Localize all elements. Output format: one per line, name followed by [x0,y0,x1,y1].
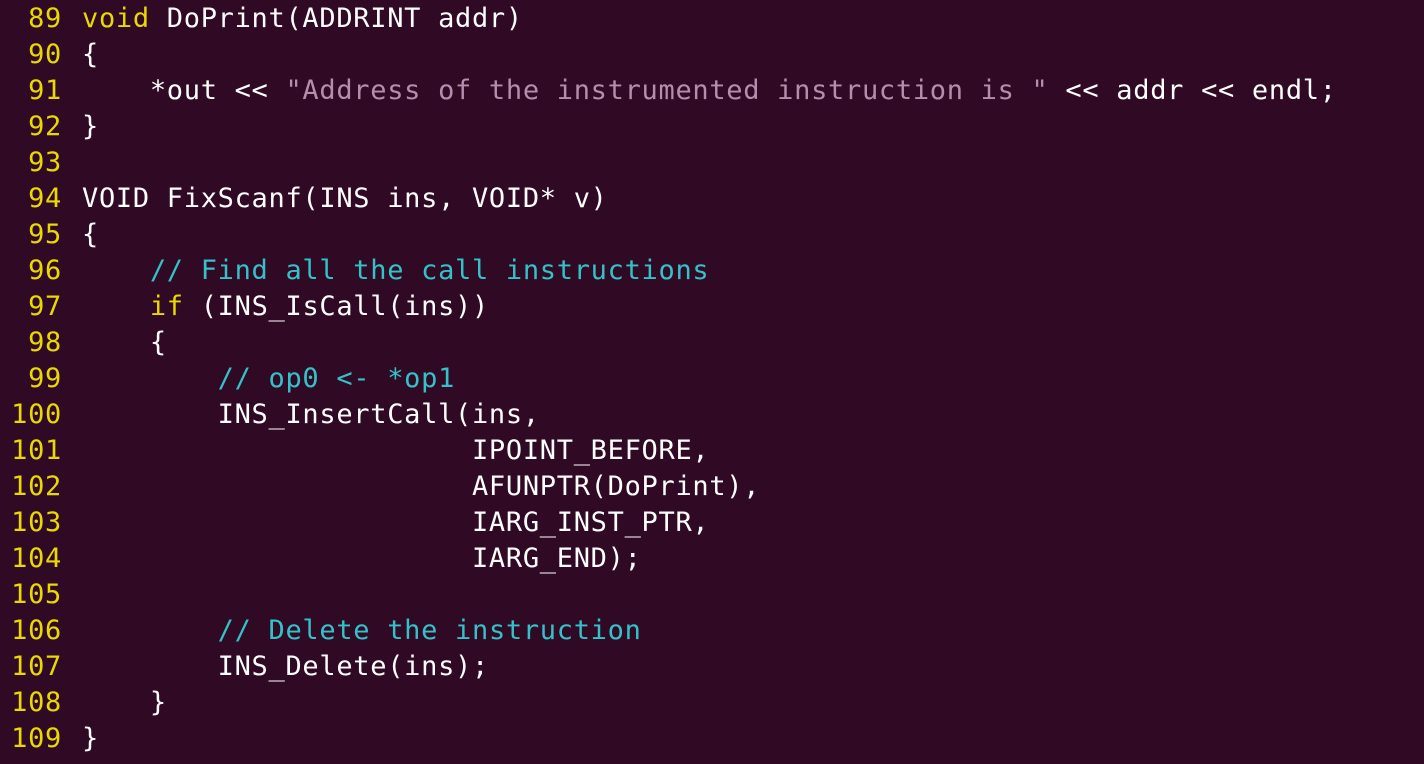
code-token: VOID FixScanf(INS ins, VOID* v) [82,183,608,214]
line-code: { [82,325,167,361]
code-token: { [82,327,167,358]
code-line[interactable]: 105 [0,577,1424,613]
code-line[interactable]: 99 // op0 <- *op1 [0,361,1424,397]
code-line[interactable]: 98 { [0,325,1424,361]
line-code: } [82,685,167,721]
line-number: 101 [11,435,62,466]
keyword-token: void [82,3,150,34]
line-code: // op0 <- *op1 [82,361,455,397]
code-line[interactable]: 90 { [0,37,1424,73]
code-token: INS_Delete(ins); [82,651,489,682]
code-line[interactable]: 108 } [0,685,1424,721]
code-line[interactable]: 96 // Find all the call instructions [0,253,1424,289]
code-editor[interactable]: 89 void DoPrint(ADDRINT addr) 90 {91 *out <… [0,0,1424,764]
line-code: void DoPrint(ADDRINT addr) [82,1,523,37]
line-code: } [82,721,99,757]
line-number: 97 [28,291,62,322]
code-token: IPOINT_BEFORE, [82,435,710,466]
code-token: } [82,723,99,754]
comment-token: // Find all the call instructions [149,255,710,286]
code-token: } [82,111,99,142]
code-line[interactable]: 104 IARG_END); [0,541,1424,577]
keyword-token: if [149,291,184,322]
code-line[interactable]: 89 void DoPrint(ADDRINT addr) [0,1,1424,37]
line-code: { [82,37,99,73]
code-token: { [82,219,99,250]
line-number: 91 [28,75,62,106]
code-line[interactable]: 106 // Delete the instruction [0,613,1424,649]
code-line[interactable]: 93 [0,145,1424,181]
line-code: INS_Delete(ins); [82,649,489,685]
line-number: 92 [28,111,62,142]
line-code: if (INS_IsCall(ins)) [82,289,489,325]
line-number: 107 [11,651,62,682]
line-number: 102 [11,471,62,502]
line-number: 100 [11,399,62,430]
code-token: IARG_END); [82,543,642,574]
line-number: 89 [28,3,62,34]
code-line[interactable]: 102 AFUNPTR(DoPrint), [0,469,1424,505]
code-token: } [82,687,167,718]
comment-token: // op0 <- *op1 [217,363,456,394]
code-line[interactable]: 101 IPOINT_BEFORE, [0,433,1424,469]
code-line[interactable]: 94 VOID FixScanf(INS ins, VOID* v) [0,181,1424,217]
line-number: 95 [28,219,62,250]
line-code: INS_InsertCall(ins, [82,397,540,433]
line-number: 96 [28,255,62,286]
line-number: 90 [28,39,62,70]
code-token: INS_InsertCall(ins, [82,399,540,430]
line-code: IPOINT_BEFORE, [82,433,709,469]
string-token: "Address of the instrumented instruction… [285,75,1049,106]
line-code: IARG_INST_PTR, [82,505,709,541]
line-code: VOID FixScanf(INS ins, VOID* v) [82,181,608,217]
line-number: 109 [11,723,62,754]
code-line[interactable]: 91 *out << "Address of the instrumented … [0,73,1424,109]
line-number: 106 [11,615,62,646]
line-number: 108 [11,687,62,718]
code-token: AFUNPTR(DoPrint), [82,471,761,502]
line-number: 94 [28,183,62,214]
line-code: { [82,217,99,253]
line-number: 93 [28,147,62,178]
code-token: { [82,39,99,70]
code-line[interactable]: 92} [0,109,1424,145]
line-number: 99 [28,363,62,394]
code-token: << addr << endl; [1048,75,1337,106]
line-number: 105 [11,579,62,610]
code-line[interactable]: 103 IARG_INST_PTR, [0,505,1424,541]
line-code: } [82,109,99,145]
code-token: (INS_IsCall(ins)) [183,291,489,322]
code-token: *out << [82,75,286,106]
code-line[interactable]: 107 INS_Delete(ins); [0,649,1424,685]
line-number: 104 [11,543,62,574]
line-code: IARG_END); [82,541,642,577]
line-code: // Delete the instruction [82,613,642,649]
code-token: DoPrint(ADDRINT addr) [149,3,523,34]
line-number: 103 [11,507,62,538]
line-number: 98 [28,327,62,358]
line-code: AFUNPTR(DoPrint), [82,469,760,505]
line-code: // Find all the call instructions [82,253,709,289]
code-line[interactable]: 109} [0,721,1424,757]
code-line[interactable]: 95 { [0,217,1424,253]
code-line[interactable]: 100 INS_InsertCall(ins, [0,397,1424,433]
code-token: IARG_INST_PTR, [82,507,710,538]
comment-token: // Delete the instruction [217,615,642,646]
code-line[interactable]: 97 if (INS_IsCall(ins)) [0,289,1424,325]
line-code: *out << "Address of the instrumented ins… [82,73,1337,109]
